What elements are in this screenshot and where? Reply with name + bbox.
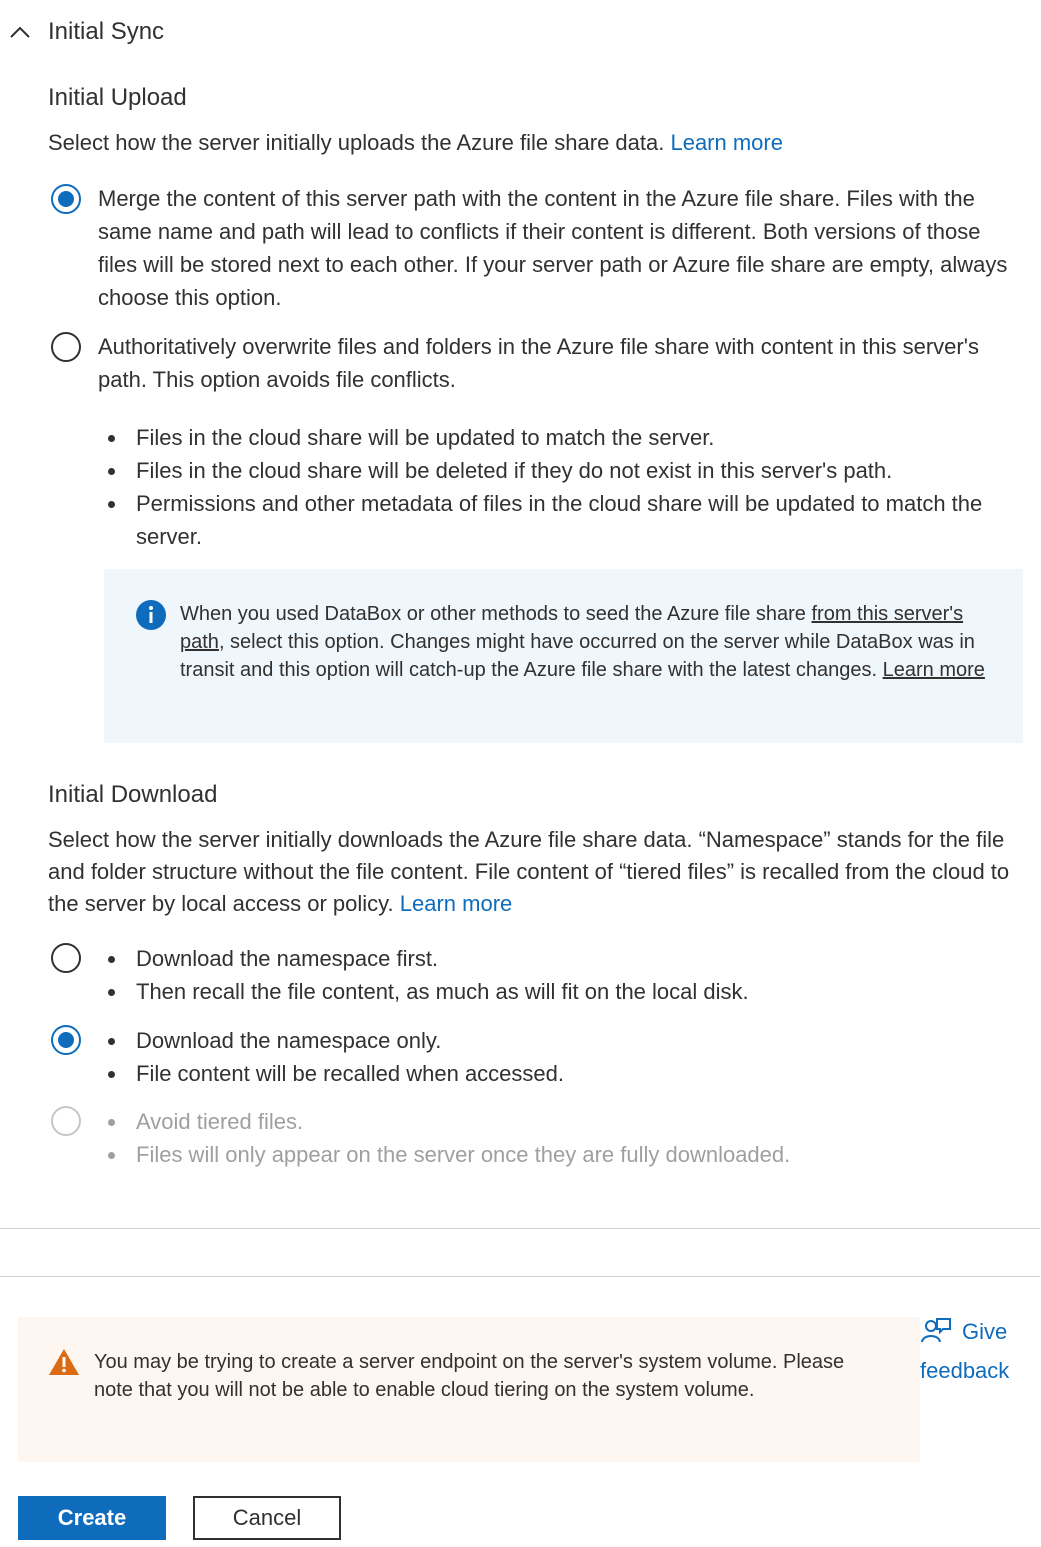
download-namespace-only-label: Download the namespace only. File conten… bbox=[100, 1024, 1000, 1090]
download-namespace-first-label: Download the namespace first. Then recal… bbox=[100, 942, 1000, 1008]
initial-upload-heading: Initial Upload bbox=[48, 84, 187, 111]
download-learn-more-link[interactable]: Learn more bbox=[400, 891, 513, 916]
upload-merge-radio[interactable] bbox=[51, 184, 81, 214]
list-item: Then recall the file content, as much as… bbox=[100, 975, 1000, 1008]
overwrite-bullet-list: Files in the cloud share will be updated… bbox=[100, 421, 1000, 553]
section-title: Initial Sync bbox=[48, 18, 165, 45]
download-namespace-only-radio[interactable] bbox=[51, 1025, 81, 1055]
info-message-bar: When you used DataBox or other methods t… bbox=[104, 569, 1023, 743]
list-item: File content will be recalled when acces… bbox=[100, 1057, 1000, 1090]
list-item: Download the namespace only. bbox=[100, 1024, 1000, 1057]
upload-learn-more-link[interactable]: Learn more bbox=[670, 130, 783, 155]
list-item: Files in the cloud share will be updated… bbox=[100, 421, 1000, 454]
download-namespace-first-radio[interactable] bbox=[51, 943, 81, 973]
initial-download-description: Select how the server initially download… bbox=[48, 827, 1010, 916]
section-header-initial-sync[interactable]: Initial Sync bbox=[0, 14, 164, 50]
cancel-button[interactable]: Cancel bbox=[193, 1496, 341, 1540]
divider bbox=[0, 1276, 1040, 1277]
give-feedback-link[interactable]: Give feedback bbox=[920, 1316, 1030, 1387]
info-learn-more-link[interactable]: Learn more bbox=[883, 659, 985, 681]
download-avoid-tiered-label: Avoid tiered files. Files will only appe… bbox=[100, 1105, 1000, 1171]
initial-upload-description: Select how the server initially uploads … bbox=[48, 130, 783, 155]
create-button[interactable]: Create bbox=[18, 1496, 166, 1540]
list-item: Permissions and other metadata of files … bbox=[100, 487, 1000, 553]
download-avoid-tiered-radio bbox=[51, 1106, 81, 1136]
warning-icon bbox=[48, 1348, 80, 1382]
feedback-icon bbox=[920, 1316, 952, 1355]
upload-overwrite-label: Authoritatively overwrite files and fold… bbox=[98, 334, 979, 392]
upload-overwrite-radio[interactable] bbox=[51, 332, 81, 362]
list-item: Files will only appear on the server onc… bbox=[100, 1138, 1000, 1171]
divider bbox=[0, 1228, 1040, 1229]
warning-message-bar: You may be trying to create a server end… bbox=[18, 1317, 920, 1462]
info-icon bbox=[136, 600, 166, 636]
info-message-text: When you used DataBox or other methods t… bbox=[180, 603, 985, 681]
initial-download-heading: Initial Download bbox=[48, 781, 218, 808]
chevron-up-icon[interactable] bbox=[0, 25, 40, 39]
list-item: Download the namespace first. bbox=[100, 942, 1000, 975]
list-item: Files in the cloud share will be deleted… bbox=[100, 454, 1000, 487]
upload-merge-label: Merge the content of this server path wi… bbox=[98, 186, 1008, 310]
list-item: Avoid tiered files. bbox=[100, 1105, 1000, 1138]
warning-message-text: You may be trying to create a server end… bbox=[94, 1351, 845, 1401]
